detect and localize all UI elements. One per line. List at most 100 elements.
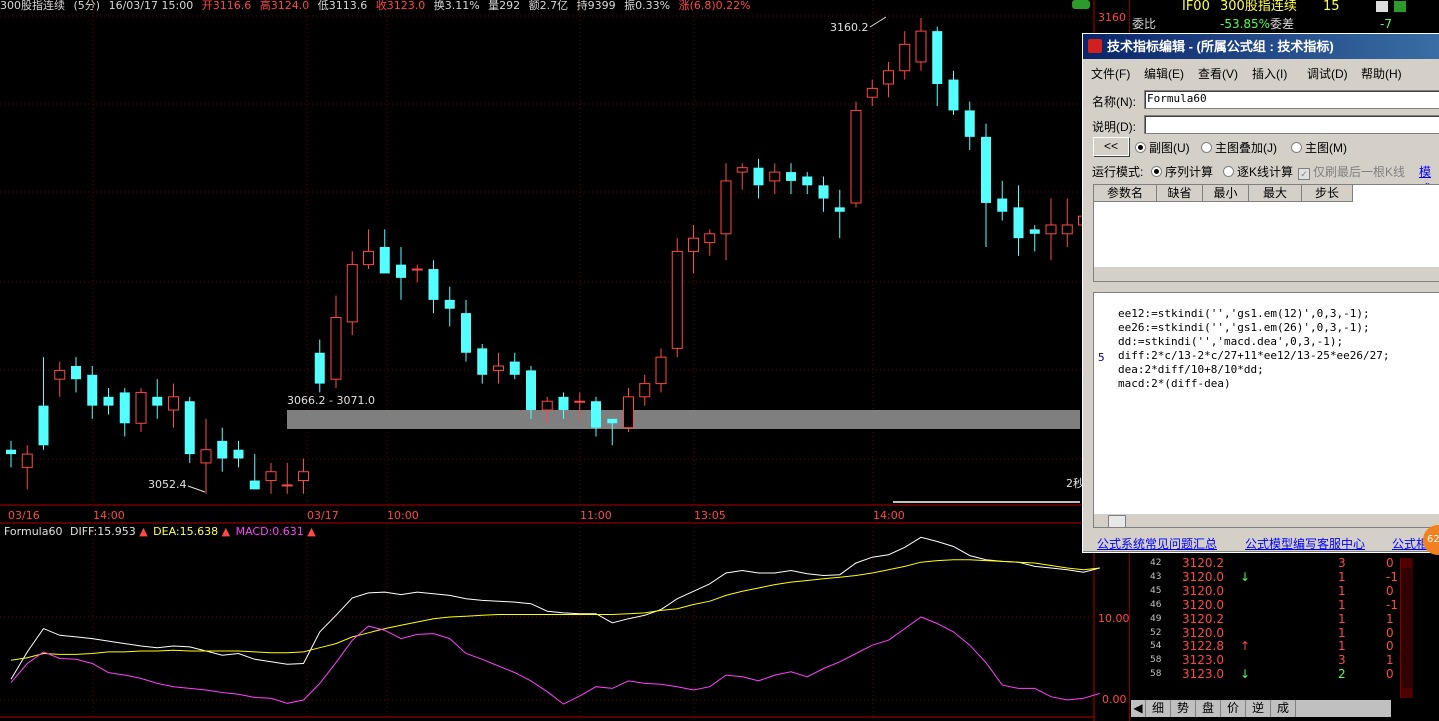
candle xyxy=(379,229,390,274)
candle-body xyxy=(119,392,130,424)
tick-time: 42 xyxy=(1150,558,1162,568)
menu-help[interactable]: 帮助(H) xyxy=(1361,65,1402,82)
tick-scrollbar[interactable] xyxy=(1400,558,1413,698)
tick-price: 3120.0 xyxy=(1182,583,1224,598)
name-field[interactable]: Formula60 xyxy=(1144,90,1439,109)
tick-change: 1 xyxy=(1386,653,1394,668)
code-line: ee26:=stkindi('','gs1.em(26)',0,3,-1); xyxy=(1118,321,1370,334)
chart-grid xyxy=(0,0,1094,717)
candle-body xyxy=(704,233,716,244)
menu-insert[interactable]: 插入(I) xyxy=(1252,65,1287,82)
candle xyxy=(54,361,66,397)
mode-last[interactable]: ✓ 仅刷最后一根K线 xyxy=(1298,163,1405,180)
tick-change: 0 xyxy=(1386,583,1394,598)
candle xyxy=(71,357,81,393)
candle xyxy=(217,427,228,472)
radio-sub[interactable]: 副图(U) xyxy=(1135,139,1190,156)
tick-arrow: ↓ xyxy=(1240,569,1251,584)
candle xyxy=(477,343,488,384)
kline-chart[interactable]: 3066.2 - 3071.0 3160.2 3052.4 3160 2秒 03… xyxy=(0,0,1130,721)
candle-body xyxy=(866,87,878,98)
dialog-titlebar[interactable]: 技术指标编辑 - (所属公式组 : 技术指标) xyxy=(1083,34,1439,59)
menu-file[interactable]: 文件(F) xyxy=(1091,65,1130,82)
candle xyxy=(623,388,634,433)
candle xyxy=(1029,224,1040,252)
mode-each-dot xyxy=(1223,166,1234,177)
tick-row: 43 3120.0 ↓ 1 -1 xyxy=(1130,570,1430,584)
candle xyxy=(281,462,293,494)
tick-volume: 1 xyxy=(1338,625,1346,640)
candle-body xyxy=(168,396,179,411)
radio-overlay[interactable]: 主图叠加(J) xyxy=(1201,139,1277,156)
tab-book[interactable]: 盘 xyxy=(1196,700,1221,717)
indicator-name: Formula60 xyxy=(4,525,62,538)
menu-debug[interactable]: 调试(D) xyxy=(1307,65,1348,82)
app-icon xyxy=(1088,39,1102,53)
candle-body xyxy=(265,471,277,482)
candle xyxy=(769,163,781,195)
tick-price: 3120.0 xyxy=(1182,625,1224,640)
tab-deals[interactable]: 成 xyxy=(1271,700,1296,717)
candle xyxy=(915,17,927,71)
candle xyxy=(21,445,33,490)
candle xyxy=(396,247,406,300)
tick-change: 0 xyxy=(1386,556,1394,570)
code-hscrollbar[interactable] xyxy=(1094,514,1439,528)
candle-body xyxy=(54,369,66,380)
time-label: 03/16 xyxy=(8,509,40,522)
candle-body xyxy=(818,185,829,199)
candle-body xyxy=(981,136,991,203)
candle xyxy=(330,295,342,389)
tab-trend[interactable]: 势 xyxy=(1171,700,1196,717)
tab-detail[interactable]: 细 xyxy=(1146,700,1171,717)
mode-each[interactable]: 逐K线计算 xyxy=(1223,163,1293,180)
tab-price[interactable]: 价 xyxy=(1221,700,1246,717)
tab-reverse[interactable]: 逆 xyxy=(1246,700,1271,717)
tick-volume: 1 xyxy=(1338,569,1346,584)
candle-body xyxy=(753,167,764,186)
candle xyxy=(802,172,813,195)
up-arrow-icon[interactable] xyxy=(1394,1,1406,12)
candle-body xyxy=(428,269,439,300)
candle xyxy=(428,260,439,314)
candle xyxy=(786,163,796,195)
candle-body xyxy=(217,440,228,459)
tick-row: 42 3120.2 3 0 xyxy=(1130,556,1430,570)
candle-body xyxy=(1045,224,1057,235)
desc-field[interactable] xyxy=(1144,115,1439,134)
link-faq[interactable]: 公式系统常见问题汇总 xyxy=(1097,535,1217,552)
candle-body xyxy=(591,401,601,428)
candle-body xyxy=(184,401,195,455)
candle xyxy=(704,229,716,256)
tick-volume: 1 xyxy=(1338,583,1346,598)
back-button[interactable]: << xyxy=(1093,137,1129,156)
tick-volume: 1 xyxy=(1338,597,1346,612)
radio-main[interactable]: 主图(M) xyxy=(1291,139,1347,156)
candle-body xyxy=(948,79,959,111)
macd-line xyxy=(10,616,1100,705)
nav-icon[interactable] xyxy=(1376,1,1388,12)
candle-body xyxy=(834,207,845,212)
candle xyxy=(233,440,244,468)
mode-seq[interactable]: 序列计算 xyxy=(1151,163,1213,180)
menu-edit[interactable]: 编辑(E) xyxy=(1144,65,1184,82)
menu-view[interactable]: 查看(V) xyxy=(1198,65,1238,82)
price-axis-label: 3160 xyxy=(1098,11,1126,24)
candle-body xyxy=(607,418,618,424)
link-service[interactable]: 公式模型编写客服中心 xyxy=(1245,535,1365,552)
candle-body xyxy=(688,237,699,252)
code-line-number: 5 xyxy=(1098,351,1105,364)
candle-body xyxy=(623,396,634,429)
tab-scroll-left[interactable]: ◀ xyxy=(1131,700,1146,717)
param-table[interactable]: 参数名 缺省 最小 最大 步长 xyxy=(1093,184,1439,282)
macd-label: MACD:0.631 xyxy=(236,525,304,538)
candle-body xyxy=(639,383,651,398)
code-editor[interactable]: 5 ee12:=stkindi('','gs1.em(12)',0,3,-1);… xyxy=(1093,292,1439,528)
high-marker-line xyxy=(869,16,887,28)
tick-volume: 3 xyxy=(1338,556,1346,570)
candle xyxy=(591,396,601,437)
param-hscrollbar[interactable] xyxy=(1094,267,1439,281)
low-marker-label: 3052.4 xyxy=(148,478,187,491)
radio-overlay-dot xyxy=(1201,142,1212,153)
candle-body xyxy=(915,30,927,63)
